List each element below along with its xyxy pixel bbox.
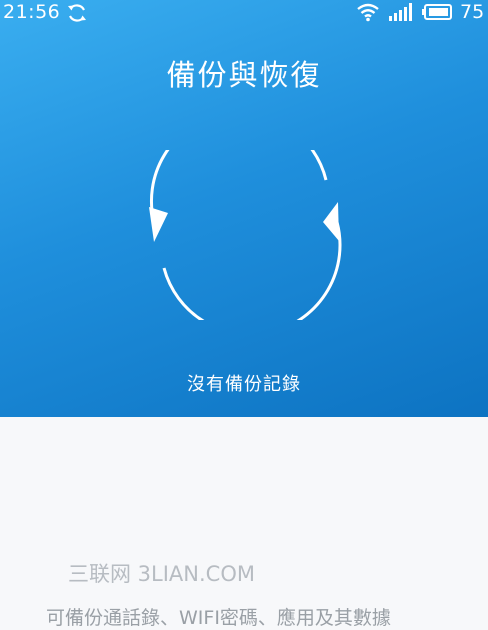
status-time: 21:56 bbox=[3, 1, 61, 23]
battery-icon bbox=[422, 4, 452, 20]
battery-level: 75 bbox=[460, 1, 485, 23]
wifi-icon bbox=[357, 3, 379, 22]
restore-cycle-icon bbox=[149, 150, 342, 320]
backup-hero-panel: 21:56 75 備份與恢復 沒有備份記錄 bbox=[0, 0, 488, 417]
watermark-text: 三联网 3LIAN.COM bbox=[68, 562, 255, 586]
status-bar: 21:56 75 bbox=[0, 0, 488, 26]
sync-icon bbox=[68, 4, 86, 22]
backup-info-text: 可備份通話錄、WIFI密碼、應用及其數據 bbox=[46, 607, 391, 629]
signal-icon bbox=[389, 3, 412, 21]
page-title: 備份與恢復 bbox=[166, 58, 322, 92]
backup-status-text: 沒有備份記錄 bbox=[187, 374, 301, 395]
